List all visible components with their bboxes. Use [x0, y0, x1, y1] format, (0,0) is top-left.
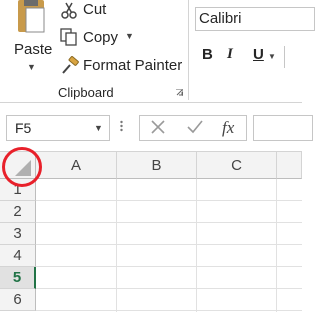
column-header-a[interactable]: A: [36, 152, 117, 179]
table-row[interactable]: [36, 267, 302, 289]
table-row[interactable]: [36, 201, 302, 223]
format-painter-icon[interactable]: [60, 56, 80, 76]
table-row[interactable]: [36, 245, 302, 267]
paste-icon[interactable]: [16, 0, 46, 34]
table-row[interactable]: [36, 179, 302, 201]
font-name-box[interactable]: Calibri: [195, 7, 315, 31]
copy-icon[interactable]: [60, 28, 78, 46]
highlight-circle-annotation: [2, 147, 42, 187]
formula-input[interactable]: [253, 115, 313, 141]
row-header-6[interactable]: 6: [0, 289, 36, 311]
row-header-2[interactable]: 2: [0, 201, 36, 223]
scissors-icon[interactable]: [60, 2, 78, 20]
table-row[interactable]: [36, 289, 302, 311]
group-separator: [188, 0, 189, 100]
column-header-b[interactable]: B: [117, 152, 197, 179]
dialog-launcher-icon[interactable]: [176, 89, 183, 96]
clipboard-group-label: Clipboard: [58, 85, 114, 100]
cancel-icon[interactable]: [150, 119, 166, 135]
column-gridline: [116, 179, 117, 312]
column-gridline: [276, 179, 277, 312]
underline-button[interactable]: U: [253, 46, 264, 63]
paste-button[interactable]: Paste: [14, 41, 52, 58]
row-header-4[interactable]: 4: [0, 245, 36, 267]
splitter-grip-icon[interactable]: [120, 118, 123, 134]
row-header-3[interactable]: 3: [0, 223, 36, 245]
column-gridline: [196, 179, 197, 312]
table-row[interactable]: [36, 223, 302, 245]
column-header-c[interactable]: C: [197, 152, 277, 179]
insert-function-button[interactable]: fx: [222, 115, 234, 141]
column-header-next[interactable]: [277, 152, 302, 179]
row-header-5[interactable]: 5: [0, 267, 36, 289]
format-painter-button[interactable]: Format Painter: [83, 57, 182, 74]
name-box-dropdown-arrow-icon[interactable]: ▼: [94, 123, 103, 133]
underline-dropdown-arrow-icon[interactable]: ▼: [268, 52, 276, 61]
cut-button[interactable]: Cut: [83, 1, 106, 18]
bold-button[interactable]: B: [202, 46, 213, 63]
copy-dropdown-arrow-icon[interactable]: ▼: [125, 31, 134, 41]
italic-button[interactable]: I: [227, 46, 233, 63]
copy-button[interactable]: Copy: [83, 29, 118, 46]
paste-dropdown-arrow-icon[interactable]: ▼: [27, 62, 36, 72]
font-separator: [284, 46, 285, 68]
enter-check-icon[interactable]: [186, 119, 204, 135]
